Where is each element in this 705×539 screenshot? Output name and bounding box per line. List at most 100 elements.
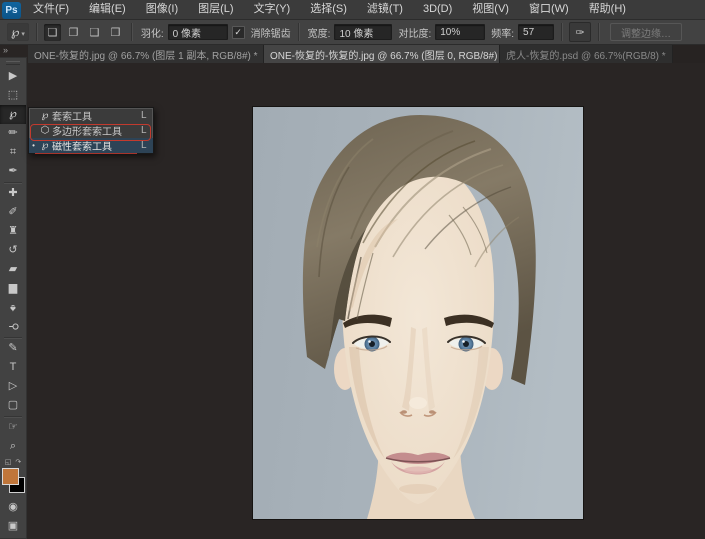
clone-stamp-tool[interactable]: ♜ xyxy=(0,222,26,241)
divider xyxy=(4,337,22,338)
color-swatches xyxy=(1,468,25,498)
intersect-selection-button[interactable]: ❒ xyxy=(107,24,124,41)
menu-file[interactable]: 文件(F) xyxy=(23,0,79,19)
default-swatches-icon[interactable]: ◱ xyxy=(5,458,12,466)
divider xyxy=(36,23,37,41)
screen-mode-button[interactable]: ▣ xyxy=(0,517,26,536)
gradient-tool[interactable]: ▆ xyxy=(0,279,26,298)
eyedropper-tool[interactable]: ✒ xyxy=(0,162,26,181)
lasso-tool-flyout-menu: ℘ 套索工具 L ⬡ 多边形套索工具 L • ℘ 磁性套索工具 L xyxy=(28,107,154,154)
menu-edit[interactable]: 编辑(E) xyxy=(79,0,136,19)
quick-mask-button[interactable]: ◉ xyxy=(0,498,26,517)
flyout-item-magnetic-lasso[interactable]: • ℘ 磁性套索工具 L xyxy=(29,138,153,153)
crop-tool[interactable]: ⌗ xyxy=(0,143,26,162)
move-tool[interactable]: ▶ xyxy=(0,67,26,86)
menu-layer[interactable]: 图层(L) xyxy=(188,0,243,19)
canvas-image[interactable] xyxy=(253,107,583,519)
magnetic-lasso-icon: ℘ xyxy=(11,26,19,38)
divider xyxy=(561,23,562,41)
feather-value: 0 像素 xyxy=(173,25,201,40)
foreground-color-swatch[interactable] xyxy=(2,468,19,485)
toolbar-grip[interactable] xyxy=(6,61,20,65)
screen-mode-icon: ▣ xyxy=(8,517,18,536)
shortcut-key: L xyxy=(141,140,153,151)
history-brush-icon: ↺ xyxy=(8,241,17,260)
dodge-tool[interactable]: ⚲ xyxy=(0,317,26,336)
crop-icon: ⌗ xyxy=(10,143,16,162)
history-brush-tool[interactable]: ↺ xyxy=(0,241,26,260)
refine-edge-button[interactable]: 调整边缘… xyxy=(610,23,682,41)
tablet-pressure-button[interactable]: ✑ xyxy=(569,22,591,42)
path-selection-icon: ▷ xyxy=(9,377,17,396)
tool-preset-dropdown[interactable]: ℘ ▾ xyxy=(7,23,29,41)
flyout-item-label: 磁性套索工具 xyxy=(52,138,141,153)
new-selection-button[interactable]: ❏ xyxy=(44,24,61,41)
move-icon: ▶ xyxy=(9,67,17,86)
type-tool[interactable]: T xyxy=(0,358,26,377)
lasso-icon: ℘ xyxy=(38,110,52,121)
shortcut-key: L xyxy=(141,110,153,121)
options-bar: ℘ ▾ ❏ ❐ ❑ ❒ 羽化: 0 像素 ✓ 消除锯齿 宽度: 10 像素 对比… xyxy=(0,20,705,45)
close-icon[interactable]: × xyxy=(672,48,673,60)
add-selection-button[interactable]: ❐ xyxy=(65,24,82,41)
menu-image[interactable]: 图像(I) xyxy=(136,0,188,19)
path-selection-tool[interactable]: ▷ xyxy=(0,377,26,396)
hand-icon: ☞ xyxy=(8,418,18,437)
frequency-label: 频率: xyxy=(491,25,514,40)
antialias-checkbox[interactable]: ✓ xyxy=(232,26,245,39)
width-value: 10 像素 xyxy=(339,25,373,40)
subtract-selection-button[interactable]: ❑ xyxy=(86,24,103,41)
menu-3d[interactable]: 3D(D) xyxy=(413,0,462,19)
flyout-item-lasso[interactable]: ℘ 套索工具 L xyxy=(29,108,153,123)
lasso-tool[interactable]: ℘ xyxy=(0,105,26,124)
divider xyxy=(4,182,22,183)
quick-selection-tool[interactable]: ✏ xyxy=(0,124,26,143)
quick-selection-icon: ✏ xyxy=(8,124,17,143)
tab-title: 虎人-恢复的.psd @ 66.7%(RGB/8) * xyxy=(506,47,666,62)
toolbar-collapse-button[interactable]: » xyxy=(0,45,28,56)
zoom-icon: ⌕ xyxy=(10,437,16,456)
divider xyxy=(4,416,22,417)
blur-tool[interactable]: ♠ xyxy=(0,298,26,317)
shortcut-key: L xyxy=(141,125,153,136)
contrast-label: 对比度: xyxy=(398,25,431,40)
menu-help[interactable]: 帮助(H) xyxy=(579,0,636,19)
width-label: 宽度: xyxy=(308,25,331,40)
divider xyxy=(131,23,132,41)
chevron-down-icon: ▾ xyxy=(21,30,25,38)
menu-view[interactable]: 视图(V) xyxy=(462,0,519,19)
menu-select[interactable]: 选择(S) xyxy=(300,0,357,19)
width-input[interactable]: 10 像素 xyxy=(334,24,392,40)
menu-type[interactable]: 文字(Y) xyxy=(244,0,301,19)
toolbar: ▶ ⬚ ℘ ✏ ⌗ ✒ ✚ ✐ ♜ ↺ ▰ ▆ ♠ ⚲ ✎ T ▷ ▢ ☞ ⌕ … xyxy=(0,57,27,539)
brush-icon: ✐ xyxy=(8,203,17,222)
toolbar-column: » ▶ ⬚ ℘ ✏ ⌗ ✒ ✚ ✐ ♜ ↺ ▰ ▆ ♠ ⚲ ✎ T ▷ ▢ ☞ … xyxy=(0,45,28,539)
brush-tool[interactable]: ✐ xyxy=(0,203,26,222)
hand-tool[interactable]: ☞ xyxy=(0,418,26,437)
tab-title: ONE-恢复的-恢复的.jpg @ 66.7% (图层 0, RGB/8#) * xyxy=(270,47,500,62)
photoshop-logo-icon: Ps xyxy=(2,2,21,19)
eraser-tool[interactable]: ▰ xyxy=(0,260,26,279)
swap-swatches-icon[interactable]: ↷ xyxy=(15,458,21,466)
feather-input[interactable]: 0 像素 xyxy=(168,24,228,40)
frequency-input[interactable]: 57 xyxy=(518,24,554,40)
flyout-item-polygonal-lasso[interactable]: ⬡ 多边形套索工具 L xyxy=(29,123,153,138)
clone-stamp-icon: ♜ xyxy=(8,222,18,241)
healing-brush-tool[interactable]: ✚ xyxy=(0,184,26,203)
shape-tool[interactable]: ▢ xyxy=(0,396,26,415)
healing-brush-icon: ✚ xyxy=(8,184,17,203)
pen-tool[interactable]: ✎ xyxy=(0,339,26,358)
contrast-input[interactable]: 10% xyxy=(435,24,485,40)
document-tab-3[interactable]: 虎人-恢复的.psd @ 66.7%(RGB/8) * × xyxy=(500,45,673,63)
blur-icon: ♠ xyxy=(10,298,16,317)
type-icon: T xyxy=(10,358,17,377)
zoom-tool[interactable]: ⌕ xyxy=(0,437,26,456)
feather-label: 羽化: xyxy=(141,25,164,40)
menu-window[interactable]: 窗口(W) xyxy=(519,0,579,19)
marquee-tool[interactable]: ⬚ xyxy=(0,86,26,105)
gradient-icon: ▆ xyxy=(9,279,17,298)
document-tab-1[interactable]: ONE-恢复的.jpg @ 66.7% (图层 1 副本, RGB/8#) * … xyxy=(28,45,264,63)
polygonal-lasso-icon: ⬡ xyxy=(38,125,52,136)
document-tab-2[interactable]: ONE-恢复的-恢复的.jpg @ 66.7% (图层 0, RGB/8#) *… xyxy=(264,45,500,63)
menu-filter[interactable]: 滤镜(T) xyxy=(357,0,413,19)
